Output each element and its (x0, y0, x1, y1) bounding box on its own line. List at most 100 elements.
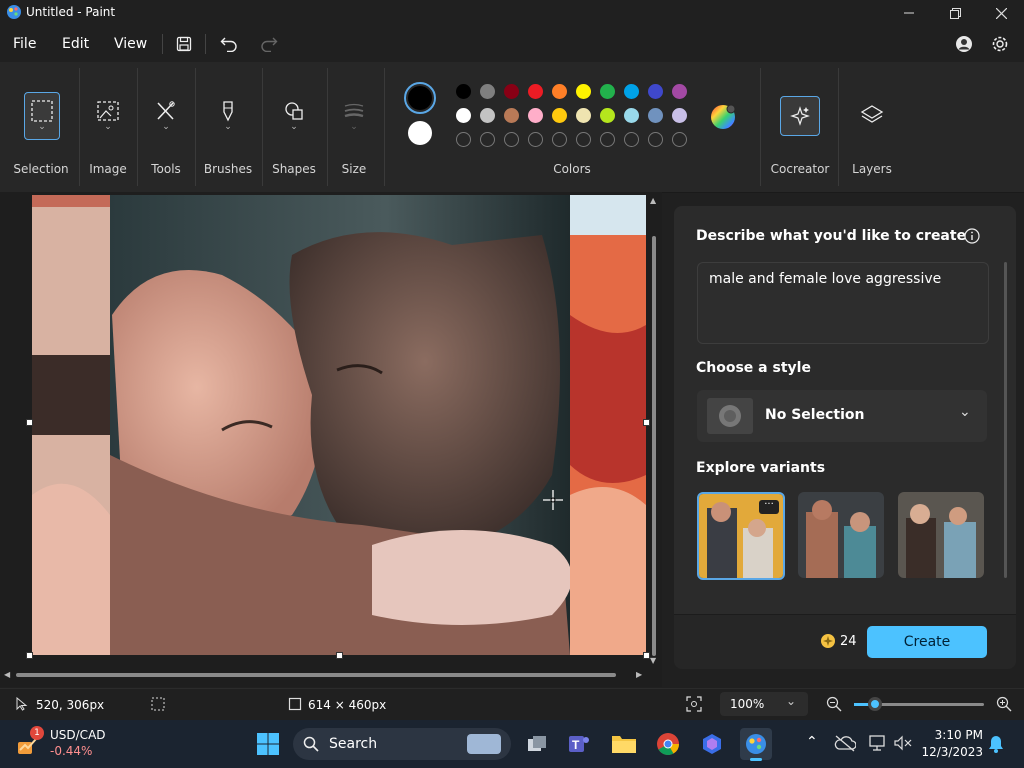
panel-scrollbar[interactable] (1004, 262, 1007, 578)
create-button[interactable]: Create (867, 626, 987, 658)
empty-custom-swatch[interactable] (456, 132, 471, 147)
resize-handle-bottom-right[interactable] (643, 652, 650, 659)
redo-button[interactable] (256, 32, 282, 56)
minimize-button[interactable] (886, 0, 932, 26)
palette-swatch[interactable] (600, 108, 615, 123)
layers-button[interactable] (856, 96, 888, 134)
zoom-in-icon[interactable] (996, 696, 1012, 712)
palette-swatch[interactable] (552, 84, 567, 99)
menu-file[interactable]: File (13, 36, 36, 52)
file-explorer-button[interactable] (608, 728, 640, 760)
variant-thumbnail-2[interactable] (798, 492, 884, 578)
scroll-right-icon[interactable]: ▶ (636, 670, 642, 679)
empty-custom-swatch[interactable] (600, 132, 615, 147)
palette-swatch[interactable] (648, 84, 663, 99)
palette-swatch[interactable] (576, 108, 591, 123)
palette-swatch[interactable] (504, 108, 519, 123)
maximize-button[interactable] (932, 0, 978, 26)
primary-color-button[interactable] (404, 82, 436, 114)
scroll-up-icon[interactable]: ▲ (650, 196, 656, 205)
palette-swatch[interactable] (672, 108, 687, 123)
zoom-slider[interactable] (854, 697, 984, 711)
chevron-up-icon[interactable]: ⌃ (806, 734, 818, 750)
notification-bell-icon[interactable] (988, 735, 1004, 753)
clock-time[interactable]: 3:10 PM (925, 728, 983, 742)
paint-taskbar-button[interactable] (740, 728, 772, 761)
more-options-icon[interactable]: ··· (759, 500, 779, 514)
empty-custom-swatch[interactable] (672, 132, 687, 147)
empty-custom-swatch[interactable] (648, 132, 663, 147)
widgets-ticker[interactable]: 1 USD/CAD -0.44% (10, 726, 110, 762)
palette-swatch[interactable] (600, 84, 615, 99)
horizontal-scroll-thumb[interactable] (16, 673, 616, 677)
menu-view[interactable]: View (114, 36, 147, 52)
undo-button[interactable] (216, 32, 242, 56)
palette-swatch[interactable] (504, 84, 519, 99)
prompt-input[interactable]: male and female love aggressive (697, 262, 989, 344)
variant-thumbnail-1[interactable]: ··· (697, 492, 785, 580)
horizontal-scrollbar[interactable]: ◀ ▶ (4, 670, 646, 680)
onedrive-icon[interactable] (834, 734, 856, 752)
empty-custom-swatch[interactable] (528, 132, 543, 147)
style-dropdown[interactable]: No Selection ⌄ (697, 390, 987, 442)
secondary-color-button[interactable] (408, 121, 432, 145)
empty-custom-swatch[interactable] (624, 132, 639, 147)
empty-custom-swatch[interactable] (576, 132, 591, 147)
teams-button[interactable]: T (563, 728, 595, 760)
task-view-button[interactable] (521, 728, 553, 760)
variant-thumbnail-3[interactable] (898, 492, 984, 578)
menu-edit[interactable]: Edit (62, 36, 89, 52)
info-button[interactable] (964, 228, 980, 244)
palette-swatch[interactable] (528, 84, 543, 99)
taskbar-search[interactable]: Search (293, 728, 511, 760)
palette-swatch[interactable] (624, 84, 639, 99)
save-button[interactable] (171, 32, 197, 56)
shapes-button[interactable]: ⌄ (278, 94, 310, 138)
palette-swatch[interactable] (672, 84, 687, 99)
palette-swatch[interactable] (528, 108, 543, 123)
chrome-button[interactable] (652, 728, 684, 760)
vertical-scroll-thumb[interactable] (652, 236, 656, 656)
scroll-down-icon[interactable]: ▼ (650, 656, 656, 665)
resize-handle-bottom[interactable] (336, 652, 343, 659)
scroll-left-icon[interactable]: ◀ (4, 670, 10, 679)
vertical-scrollbar[interactable]: ▲ ▼ (650, 196, 658, 666)
tools-button[interactable]: ⌄ (150, 94, 182, 138)
palette-swatch[interactable] (456, 84, 471, 99)
account-button[interactable] (954, 34, 974, 54)
zoom-slider-thumb[interactable] (868, 697, 882, 711)
volume-muted-icon[interactable] (893, 734, 913, 752)
palette-swatch[interactable] (576, 84, 591, 99)
zoom-dropdown[interactable]: 100% ⌄ (720, 692, 808, 716)
paint-icon (7, 5, 21, 19)
palette-swatch[interactable] (624, 108, 639, 123)
brushes-button[interactable]: ⌄ (212, 94, 244, 138)
palette-swatch[interactable] (480, 84, 495, 99)
empty-custom-swatch[interactable] (480, 132, 495, 147)
image-tool-button[interactable]: ⌄ (92, 94, 124, 138)
cocreator-button[interactable] (780, 96, 820, 136)
network-icon[interactable] (868, 734, 888, 752)
palette-swatch[interactable] (648, 108, 663, 123)
start-button[interactable] (252, 728, 284, 760)
close-button[interactable] (978, 0, 1024, 26)
size-button[interactable]: ⌄ (338, 94, 370, 138)
resize-handle-left[interactable] (26, 419, 33, 426)
settings-button[interactable] (990, 34, 1010, 54)
selection-tool-button[interactable]: ⌄ (24, 92, 60, 140)
empty-custom-swatch[interactable] (504, 132, 519, 147)
svg-text:T: T (572, 738, 580, 752)
canvas-area[interactable]: ▲ ▼ ◀ ▶ (0, 192, 662, 687)
fit-to-window-icon[interactable] (686, 696, 702, 712)
drawing-canvas[interactable] (32, 195, 646, 655)
resize-handle-right[interactable] (643, 419, 650, 426)
palette-swatch[interactable] (480, 108, 495, 123)
zoom-out-icon[interactable] (826, 696, 842, 712)
copilot-button[interactable] (696, 728, 728, 760)
clock-date[interactable]: 12/3/2023 (918, 745, 983, 759)
edit-colors-button[interactable] (710, 104, 736, 130)
resize-handle-bottom-left[interactable] (26, 652, 33, 659)
palette-swatch[interactable] (456, 108, 471, 123)
palette-swatch[interactable] (552, 108, 567, 123)
empty-custom-swatch[interactable] (552, 132, 567, 147)
